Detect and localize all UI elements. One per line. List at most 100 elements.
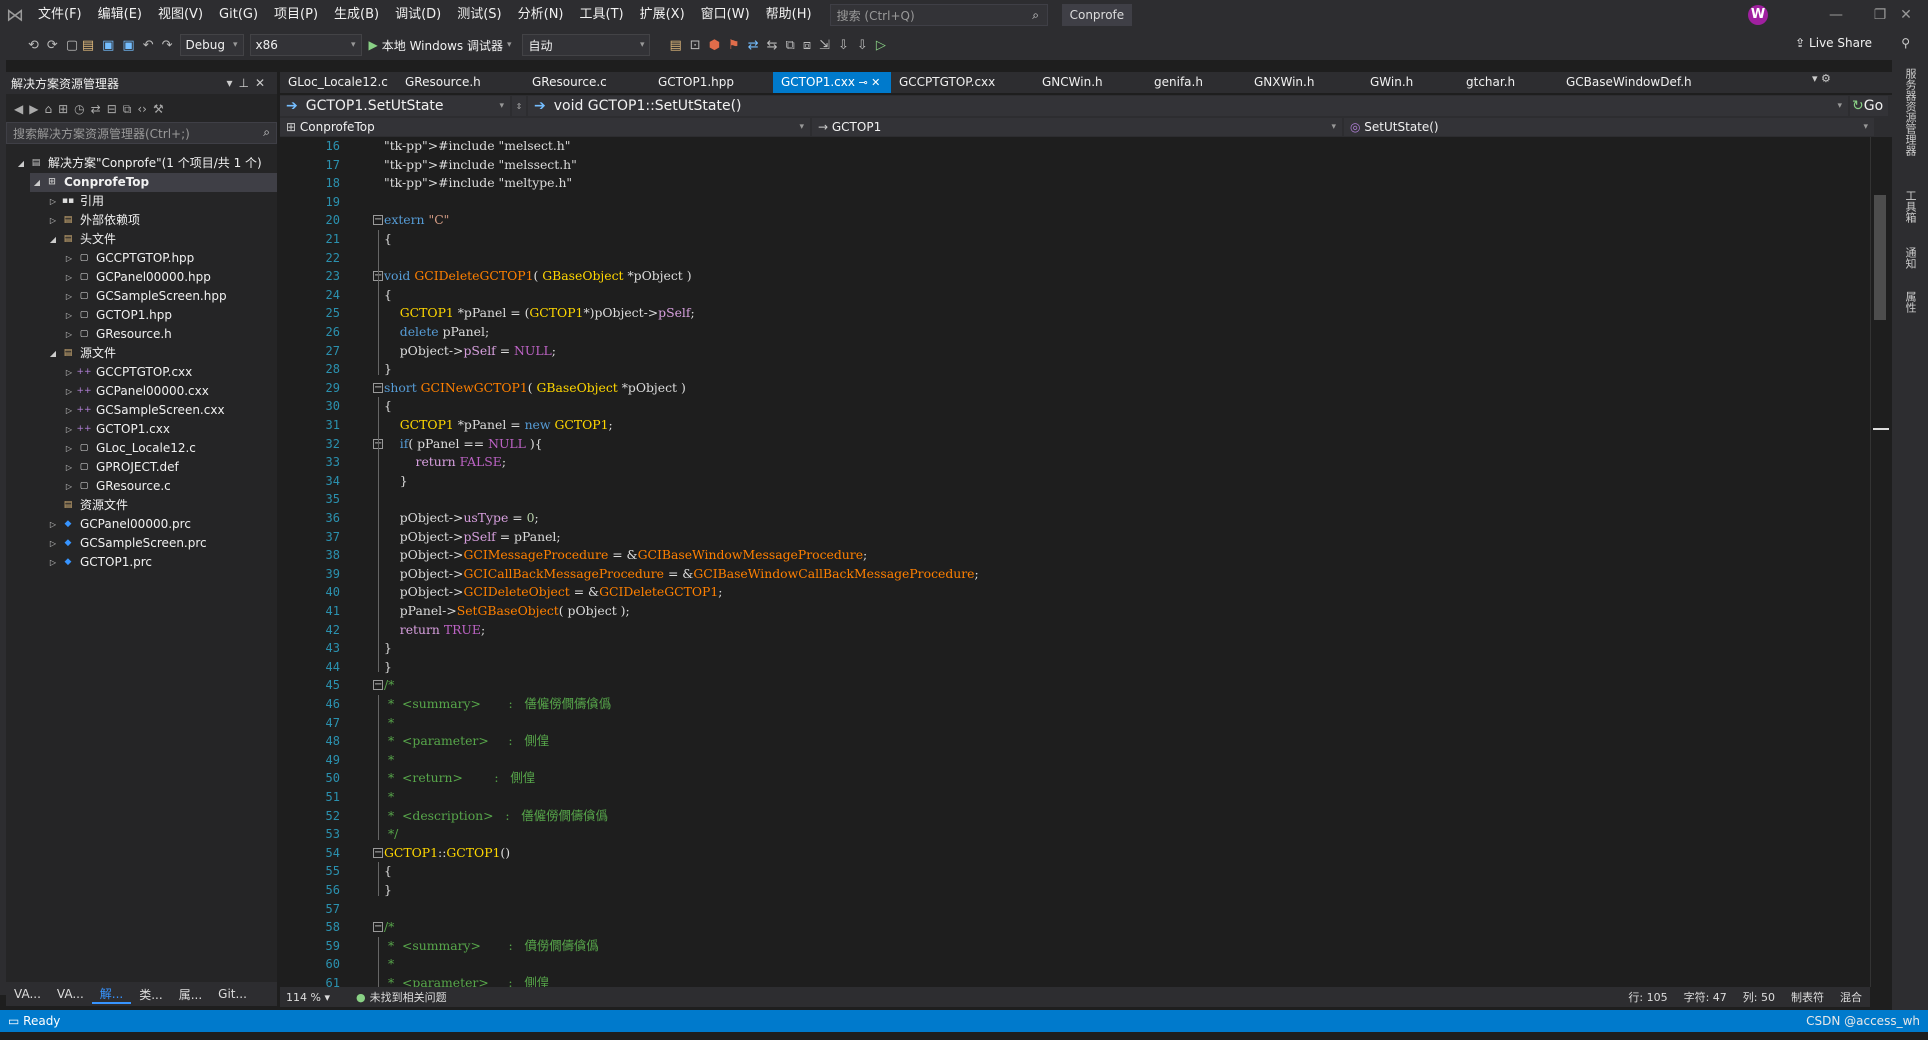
expanded-chevron-icon[interactable]: ◢	[46, 344, 60, 363]
tree-item[interactable]: ▷ ◆ GCPanel00000.prc	[46, 515, 191, 534]
close-icon[interactable]: ✕	[1884, 0, 1928, 30]
function-dropdown[interactable]: ◎ SetUtState() ▾	[1344, 118, 1874, 136]
tree-item[interactable]: ◢ ⊞ ConprofeTop	[30, 173, 277, 192]
collapsed-chevron-icon[interactable]: ▷	[62, 363, 76, 382]
menu-item[interactable]: 文件(F)	[30, 0, 90, 30]
document-tab[interactable]: GCTOP1.hpp	[650, 72, 773, 93]
document-tab[interactable]: GResource.c	[524, 72, 650, 93]
collapsed-chevron-icon[interactable]: ▷	[46, 515, 60, 534]
minimize-icon[interactable]: —	[1814, 0, 1858, 30]
menu-item[interactable]: 编辑(E)	[90, 0, 150, 30]
expanded-chevron-icon[interactable]: ◢	[30, 173, 44, 192]
collapsed-chevron-icon[interactable]: ▷	[62, 439, 76, 458]
eol-indicator[interactable]: 混合	[1832, 989, 1870, 1005]
search-input[interactable]: 搜索 (Ctrl+Q) ⌕	[829, 4, 1048, 26]
back-icon[interactable]: ⟲	[24, 38, 43, 53]
collapsed-chevron-icon[interactable]: ▷	[62, 401, 76, 420]
menu-item[interactable]: 生成(B)	[326, 0, 387, 30]
explorer-bottom-tab[interactable]: 解...	[91, 985, 132, 1004]
debugger-dropdown-icon[interactable]: ▾	[507, 40, 512, 50]
explorer-bottom-tab[interactable]: 属...	[171, 986, 210, 1003]
folder-icon[interactable]: ▤	[665, 38, 685, 53]
collapsed-chevron-icon[interactable]: ▷	[62, 325, 76, 344]
fold-toggle-icon[interactable]: −	[373, 847, 383, 858]
fold-toggle-icon[interactable]: −	[373, 680, 383, 691]
tree-item[interactable]: ▷ ▢ GCCPTGTOP.hpp	[62, 249, 194, 268]
tree-item[interactable]: ◢ ▤ 头文件	[46, 230, 116, 249]
explorer-bottom-tab[interactable]: Git...	[210, 987, 255, 1001]
visual-studio-logo-icon[interactable]: ⋈	[0, 0, 30, 30]
tabs-indicator[interactable]: 制表符	[1783, 989, 1832, 1005]
breakpoint-icon[interactable]: ⬢	[705, 38, 724, 53]
go-button[interactable]: ↻ Go	[1850, 96, 1888, 116]
redo-icon[interactable]: ↷	[158, 38, 177, 53]
menu-item[interactable]: 测试(S)	[449, 0, 509, 30]
save-all-icon[interactable]: ▣	[118, 38, 138, 53]
collapsed-chevron-icon[interactable]: ▷	[62, 420, 76, 439]
history-icon[interactable]: ◷	[74, 102, 84, 116]
forward-icon[interactable]: ▶	[29, 102, 38, 116]
collapsed-chevron-icon[interactable]: ▷	[62, 458, 76, 477]
menu-item[interactable]: Git(G)	[211, 0, 266, 30]
collapsed-chevron-icon[interactable]: ▷	[62, 287, 76, 306]
document-tab[interactable]: GCCPTGTOP.cxx	[891, 72, 1034, 93]
collapse-all-icon[interactable]: ⊟	[107, 102, 117, 116]
zoom-select[interactable]: 114 % ▾	[280, 991, 336, 1004]
tab-close-icon[interactable]: ⊸ ✕	[855, 76, 880, 89]
side-panel-tab[interactable]: 属性	[1902, 291, 1918, 313]
tree-item[interactable]: ◢ ▤ 源文件	[46, 344, 116, 363]
collapsed-chevron-icon[interactable]: ▷	[46, 534, 60, 553]
tree-item[interactable]: ▷ ++ GCCPTGTOP.cxx	[62, 363, 192, 382]
back-icon[interactable]: ◀	[14, 102, 23, 116]
member-dropdown[interactable]: ➔ void GCTOP1::SetUtState() ▾	[528, 96, 1848, 116]
document-tab[interactable]: GResource.h	[397, 72, 524, 93]
close-icon[interactable]: ✕	[255, 76, 271, 90]
tree-item[interactable]: ▷ ▢ GCSampleScreen.hpp	[62, 287, 227, 306]
pin-icon[interactable]: ⊥	[238, 76, 254, 90]
fold-toggle-icon[interactable]: −	[373, 382, 383, 393]
undo-icon[interactable]: ↶	[139, 38, 158, 53]
menu-item[interactable]: 帮助(H)	[758, 0, 820, 30]
menu-item[interactable]: 调试(D)	[387, 0, 449, 30]
collapsed-chevron-icon[interactable]: ▷	[46, 211, 60, 230]
menu-item[interactable]: 工具(T)	[572, 0, 632, 30]
expanded-chevron-icon[interactable]: ◢	[14, 154, 28, 173]
scrollbar-thumb[interactable]	[1874, 195, 1886, 320]
tree-item[interactable]: ▷ ++ GCTOP1.cxx	[62, 420, 170, 439]
document-tab[interactable]: GNXWin.h	[1246, 72, 1362, 93]
tree-item[interactable]: ▷ ▢ GPROJECT.def	[62, 458, 179, 477]
collapsed-chevron-icon[interactable]: ▷	[62, 268, 76, 287]
switch-views-icon[interactable]: ⊞	[58, 102, 68, 116]
debugger-label[interactable]: 本地 Windows 调试器	[382, 37, 503, 54]
navigate-icon[interactable]: ⇄	[744, 38, 763, 53]
tree-item[interactable]: ▷ ▢ GResource.c	[62, 477, 171, 496]
format-icon[interactable]: ⇆	[763, 38, 782, 53]
auto-select[interactable]: 自动 ▾	[522, 34, 651, 56]
browser-icon[interactable]: ⊡	[686, 38, 705, 53]
build-icon[interactable]: ⇩	[834, 38, 853, 53]
document-tab[interactable]: GWin.h	[1362, 72, 1458, 93]
tree-item[interactable]: ◢ ▤ 解决方案"Conprofe"(1 个项目/共 1 个)	[14, 154, 262, 173]
explorer-search-input[interactable]: 搜索解决方案资源管理器(Ctrl+;) ⌕	[6, 122, 277, 144]
step-icon[interactable]: ⇲	[815, 38, 834, 53]
collapsed-chevron-icon[interactable]: ▷	[62, 306, 76, 325]
tree-item[interactable]: ▷ ++ GCPanel00000.cxx	[62, 382, 209, 401]
explorer-bottom-tab[interactable]: VA...	[49, 987, 92, 1001]
collapsed-chevron-icon[interactable]: ▷	[62, 249, 76, 268]
side-panel-tab[interactable]: 工具箱	[1902, 190, 1918, 223]
project-dropdown[interactable]: ⊞ ConprofeTop ▾	[280, 118, 810, 136]
menu-item[interactable]: 分析(N)	[510, 0, 572, 30]
save-icon[interactable]: ▣	[98, 38, 118, 53]
uncomment-icon[interactable]: ⧈	[799, 38, 815, 53]
tree-item[interactable]: ▷ ◆ GCTOP1.prc	[46, 553, 152, 572]
bookmark-icon[interactable]: ⚑	[724, 38, 744, 53]
code-icon[interactable]: ‹›	[137, 102, 147, 116]
tab-overflow-icon[interactable]: ▾ ⚙	[1812, 72, 1831, 85]
explorer-bottom-tab[interactable]: 类...	[131, 986, 170, 1003]
start-debug-icon[interactable]: ▶	[369, 38, 378, 52]
sync-icon[interactable]: ⇄	[91, 102, 101, 116]
class-dropdown[interactable]: → GCTOP1 ▾	[812, 118, 1342, 136]
collapsed-chevron-icon[interactable]: ▷	[62, 477, 76, 496]
tree-item[interactable]: ▷ ++ GCSampleScreen.cxx	[62, 401, 225, 420]
menu-item[interactable]: 窗口(W)	[693, 0, 758, 30]
